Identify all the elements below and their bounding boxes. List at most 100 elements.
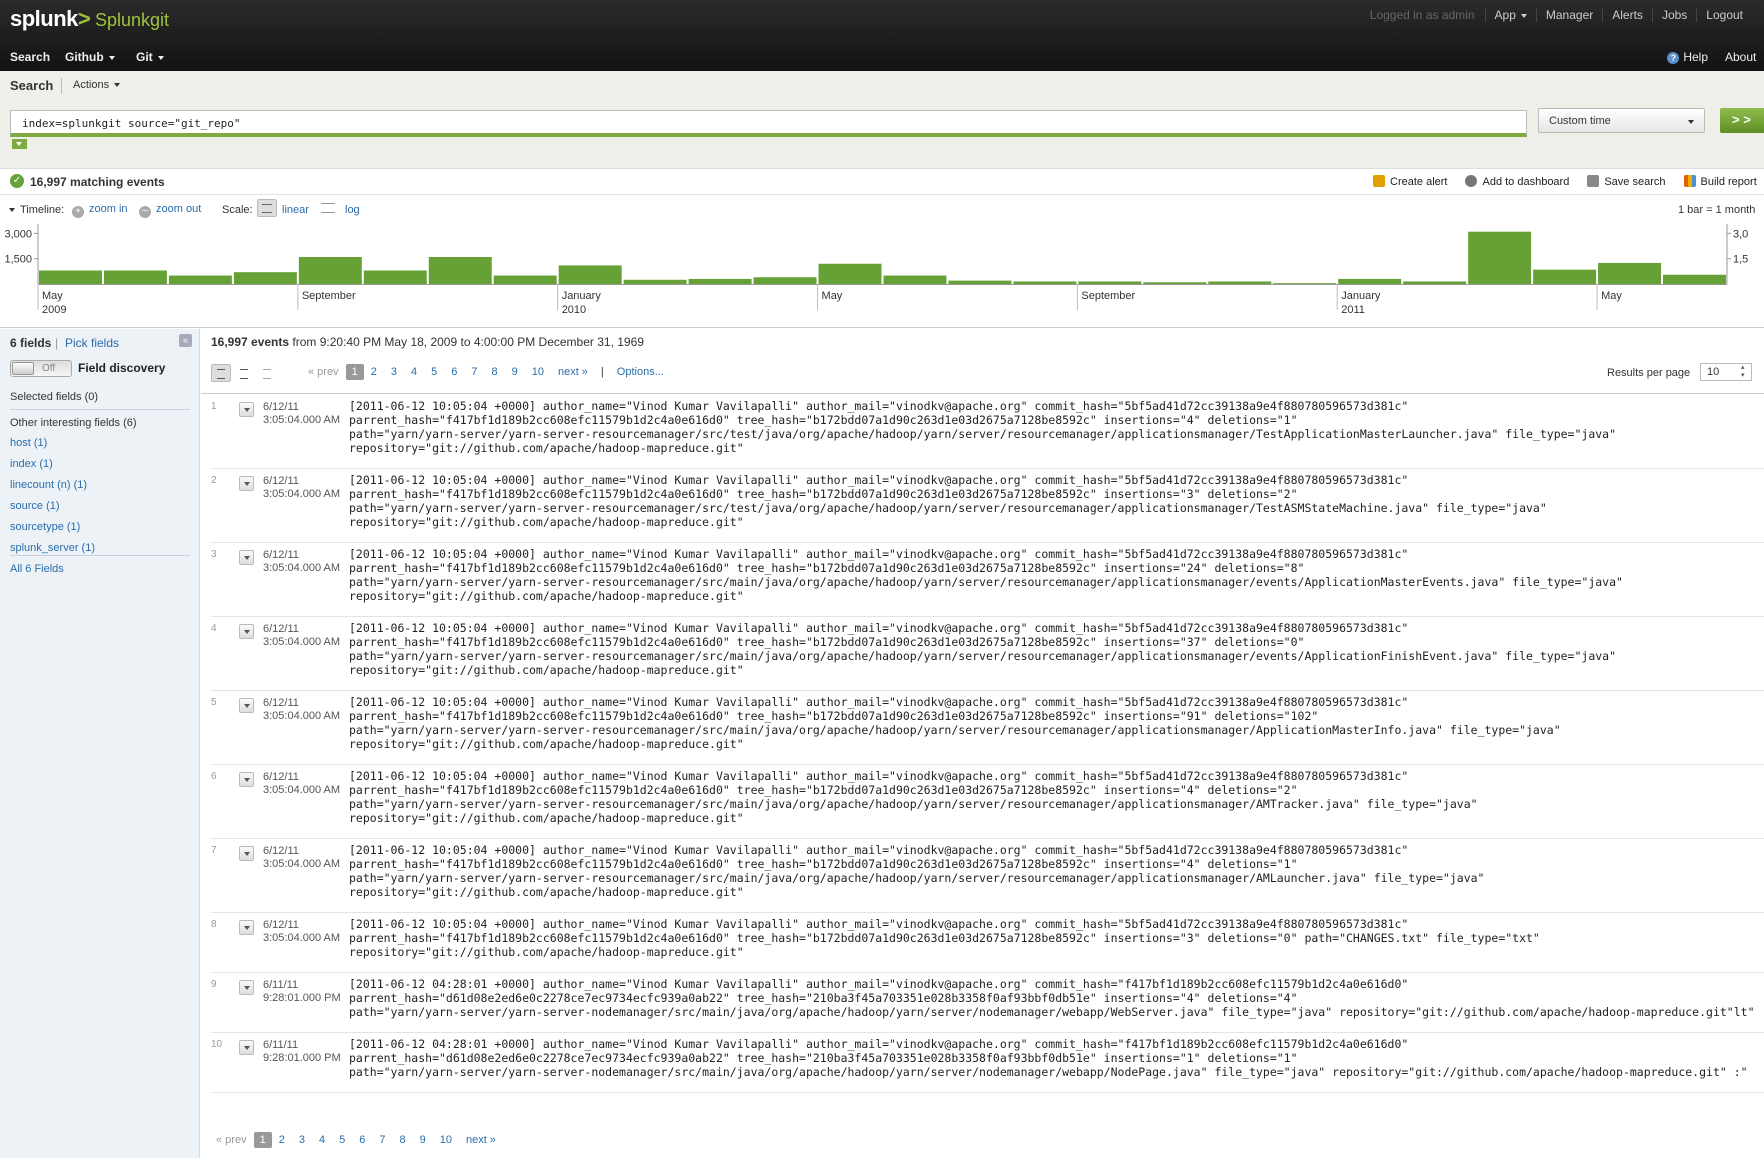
prev-page-link: « prev: [308, 366, 339, 378]
event-actions-button[interactable]: [239, 772, 254, 787]
page-5-link[interactable]: 5: [332, 1134, 352, 1146]
options-link[interactable]: Options...: [610, 366, 671, 378]
minus-icon: −: [139, 206, 151, 218]
event-row: 2 6/12/11 3:05:04.000 AM [2011-06-12 10:05:…: [211, 469, 1764, 543]
event-actions-button[interactable]: [239, 624, 254, 639]
divider: |: [55, 336, 59, 350]
help-link[interactable]: ? Help: [1667, 50, 1708, 64]
event-number: 6: [211, 771, 217, 782]
page-3-link[interactable]: 3: [384, 366, 404, 378]
collapse-icon[interactable]: «: [179, 334, 192, 347]
event-raw-text[interactable]: [2011-06-12 10:05:04 +0000] author_name=…: [349, 399, 1616, 455]
actions-menu[interactable]: Actions: [73, 79, 121, 91]
create-alert-button[interactable]: Create alert: [1373, 175, 1447, 188]
event-raw-text[interactable]: [2011-06-12 10:05:04 +0000] author_name=…: [349, 917, 1540, 959]
page-6-link[interactable]: 6: [444, 366, 464, 378]
time-range-picker[interactable]: Custom time: [1538, 108, 1705, 133]
results-per-page-select[interactable]: 10: [1700, 363, 1752, 381]
save-search-button[interactable]: Save search: [1587, 175, 1666, 188]
event-raw-text[interactable]: [2011-06-12 10:05:04 +0000] author_name=…: [349, 547, 1623, 603]
pick-fields-link[interactable]: Pick fields: [65, 336, 119, 350]
table-view-button[interactable]: [234, 364, 254, 382]
page-2-link[interactable]: 2: [272, 1134, 292, 1146]
timeline-bar: [363, 270, 427, 284]
event-actions-button[interactable]: [239, 550, 254, 565]
page-8-link[interactable]: 8: [392, 1134, 412, 1146]
field-source[interactable]: source (1): [10, 500, 60, 512]
timeline-bar: [1143, 282, 1207, 284]
events-panel: 16,997 events from 9:20:40 PM May 18, 20…: [201, 329, 1764, 1158]
linear-scale-icon[interactable]: [257, 199, 277, 217]
event-raw-text[interactable]: [2011-06-12 10:05:04 +0000] author_name=…: [349, 621, 1616, 677]
page-4-link[interactable]: 4: [404, 366, 424, 378]
event-actions-button[interactable]: [239, 846, 254, 861]
zoom-out-button[interactable]: − zoom out: [139, 203, 201, 218]
event-raw-text[interactable]: [2011-06-12 10:05:04 +0000] author_name=…: [349, 695, 1561, 751]
log-scale-link[interactable]: log: [345, 204, 360, 216]
event-actions-button[interactable]: [239, 1040, 254, 1055]
event-actions-button[interactable]: [239, 476, 254, 491]
event-raw-text[interactable]: [2011-06-12 04:28:01 +0000] author_name=…: [349, 1037, 1748, 1079]
page-8-link[interactable]: 8: [484, 366, 504, 378]
timeline-toggle[interactable]: Timeline:: [9, 204, 64, 216]
search-input[interactable]: index=splunkgit source="git_repo": [10, 110, 1527, 137]
page-7-link[interactable]: 7: [372, 1134, 392, 1146]
about-link[interactable]: About: [1725, 50, 1756, 64]
nav-search[interactable]: Search: [10, 50, 50, 64]
page-9-link[interactable]: 9: [505, 366, 525, 378]
field-sourcetype[interactable]: sourcetype (1): [10, 521, 80, 533]
page-1-link[interactable]: 1: [253, 1132, 272, 1148]
event-timestamp: 6/12/11 3:05:04.000 AM: [263, 549, 340, 575]
all-fields-link[interactable]: All 6 Fields: [10, 563, 64, 575]
event-raw-text[interactable]: [2011-06-12 10:05:04 +0000] author_name=…: [349, 843, 1484, 899]
jobs-link[interactable]: Jobs: [1651, 8, 1696, 22]
page-5-link[interactable]: 5: [424, 366, 444, 378]
page-9-link[interactable]: 9: [413, 1134, 433, 1146]
event-date: 6/12/11: [263, 475, 299, 487]
field-count-value: (1): [63, 521, 81, 533]
field-index[interactable]: index (1): [10, 458, 53, 470]
field-linecount[interactable]: linecount (n) (1): [10, 479, 87, 491]
log-scale-icon[interactable]: [321, 203, 335, 213]
event-raw-text[interactable]: [2011-06-12 10:05:04 +0000] author_name=…: [349, 769, 1478, 825]
build-report-button[interactable]: Build report: [1683, 175, 1757, 188]
event-raw-text[interactable]: [2011-06-12 04:28:01 +0000] author_name=…: [349, 977, 1755, 1019]
next-page-link[interactable]: next »: [459, 1134, 503, 1146]
nav-git[interactable]: Git: [136, 50, 164, 64]
manager-link[interactable]: Manager: [1535, 8, 1602, 22]
event-raw-text[interactable]: [2011-06-12 10:05:04 +0000] author_name=…: [349, 473, 1547, 529]
nav-github-label: Github: [65, 50, 104, 64]
page-7-link[interactable]: 7: [464, 366, 484, 378]
event-actions-button[interactable]: [239, 980, 254, 995]
page-1-link[interactable]: 1: [345, 364, 364, 380]
field-discovery-toggle[interactable]: Off: [10, 360, 72, 377]
page-3-link[interactable]: 3: [292, 1134, 312, 1146]
alerts-link[interactable]: Alerts: [1602, 8, 1652, 22]
event-timestamp: 6/12/11 3:05:04.000 AM: [263, 623, 340, 649]
page-6-link[interactable]: 6: [352, 1134, 372, 1146]
splunk-logo[interactable]: splunk>: [10, 6, 91, 32]
field-splunk_server[interactable]: splunk_server (1): [10, 542, 95, 554]
event-actions-button[interactable]: [239, 920, 254, 935]
event-actions-button[interactable]: [239, 698, 254, 713]
page-4-link[interactable]: 4: [312, 1134, 332, 1146]
app-menu[interactable]: App: [1484, 8, 1536, 22]
page-2-link[interactable]: 2: [364, 366, 384, 378]
search-button[interactable]: > >: [1720, 108, 1764, 133]
field-host[interactable]: host (1): [10, 437, 47, 449]
list-view-button[interactable]: [211, 364, 231, 382]
search-assistant-toggle[interactable]: [12, 139, 27, 149]
linear-scale-link[interactable]: linear: [282, 204, 309, 216]
event-line: path="yarn/yarn-server/yarn-server-resou…: [349, 649, 1617, 663]
event-actions-button[interactable]: [239, 402, 254, 417]
results-actions: Create alert Add to dashboard Save searc…: [1373, 175, 1757, 188]
zoom-in-button[interactable]: + zoom in: [72, 203, 128, 218]
page-10-link[interactable]: 10: [433, 1134, 459, 1146]
raw-view-button[interactable]: [257, 364, 277, 382]
page-10-link[interactable]: 10: [525, 366, 551, 378]
logout-link[interactable]: Logout: [1696, 8, 1752, 22]
event-line: path="yarn/yarn-server/yarn-server-resou…: [349, 723, 1561, 737]
nav-github[interactable]: Github: [65, 50, 115, 64]
next-page-link[interactable]: next »: [551, 366, 595, 378]
add-to-dashboard-button[interactable]: Add to dashboard: [1465, 175, 1569, 188]
